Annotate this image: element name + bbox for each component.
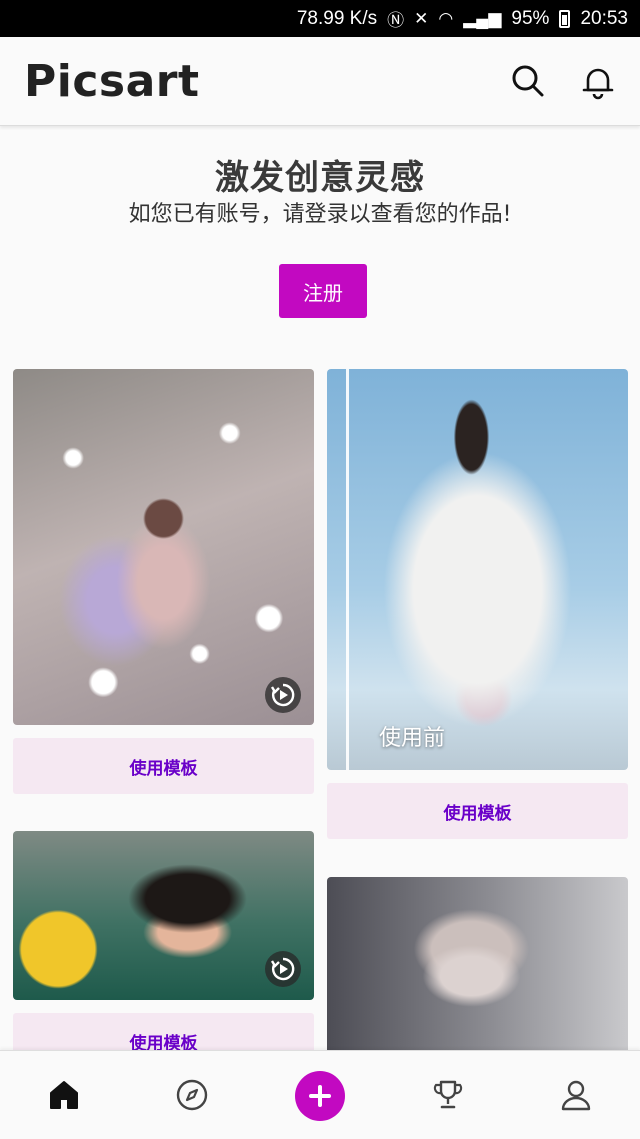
battery-percent: 95% — [511, 7, 550, 29]
before-label: 使用前 — [379, 726, 446, 751]
wifi-icon: ◠ — [438, 8, 454, 28]
signup-button[interactable]: 注册 — [279, 264, 367, 318]
picsart-logo[interactable]: Picsart — [24, 57, 200, 107]
use-template-button[interactable]: 使用模板 — [327, 783, 628, 839]
template-image-daisy[interactable] — [13, 369, 314, 725]
mute-icon: ✕ — [414, 8, 429, 28]
template-image-cat[interactable] — [327, 877, 628, 1057]
signal-icon: ▂▄▆ — [463, 8, 502, 28]
home-icon[interactable] — [42, 1073, 86, 1117]
status-bar: 78.99 K/s Ⓝ ✕ ◠ ▂▄▆ 95% 20:53 — [0, 0, 640, 37]
discover-icon[interactable] — [170, 1073, 214, 1117]
use-template-button[interactable]: 使用模板 — [13, 738, 314, 794]
hero-title: 激发创意灵感 — [215, 158, 425, 198]
before-after-divider[interactable] — [346, 369, 349, 770]
template-image-man[interactable]: 使用前 — [327, 369, 628, 770]
clock: 20:53 — [580, 7, 628, 29]
search-icon[interactable] — [508, 61, 548, 101]
profile-icon[interactable] — [554, 1073, 598, 1117]
nfc-icon: Ⓝ — [387, 11, 405, 30]
battery-icon — [559, 9, 571, 28]
bell-icon[interactable] — [578, 61, 618, 101]
network-speed: 78.99 K/s — [296, 7, 378, 29]
trophy-icon[interactable] — [426, 1073, 470, 1117]
bottom-navigation — [0, 1050, 640, 1139]
replay-icon[interactable] — [265, 951, 301, 987]
replay-icon[interactable] — [265, 677, 301, 713]
template-image-girl[interactable] — [13, 831, 314, 1000]
hero-subtitle: 如您已有账号，请登录以查看您的作品! — [128, 202, 512, 227]
create-icon[interactable] — [295, 1071, 345, 1121]
app-header: Picsart — [0, 37, 640, 126]
